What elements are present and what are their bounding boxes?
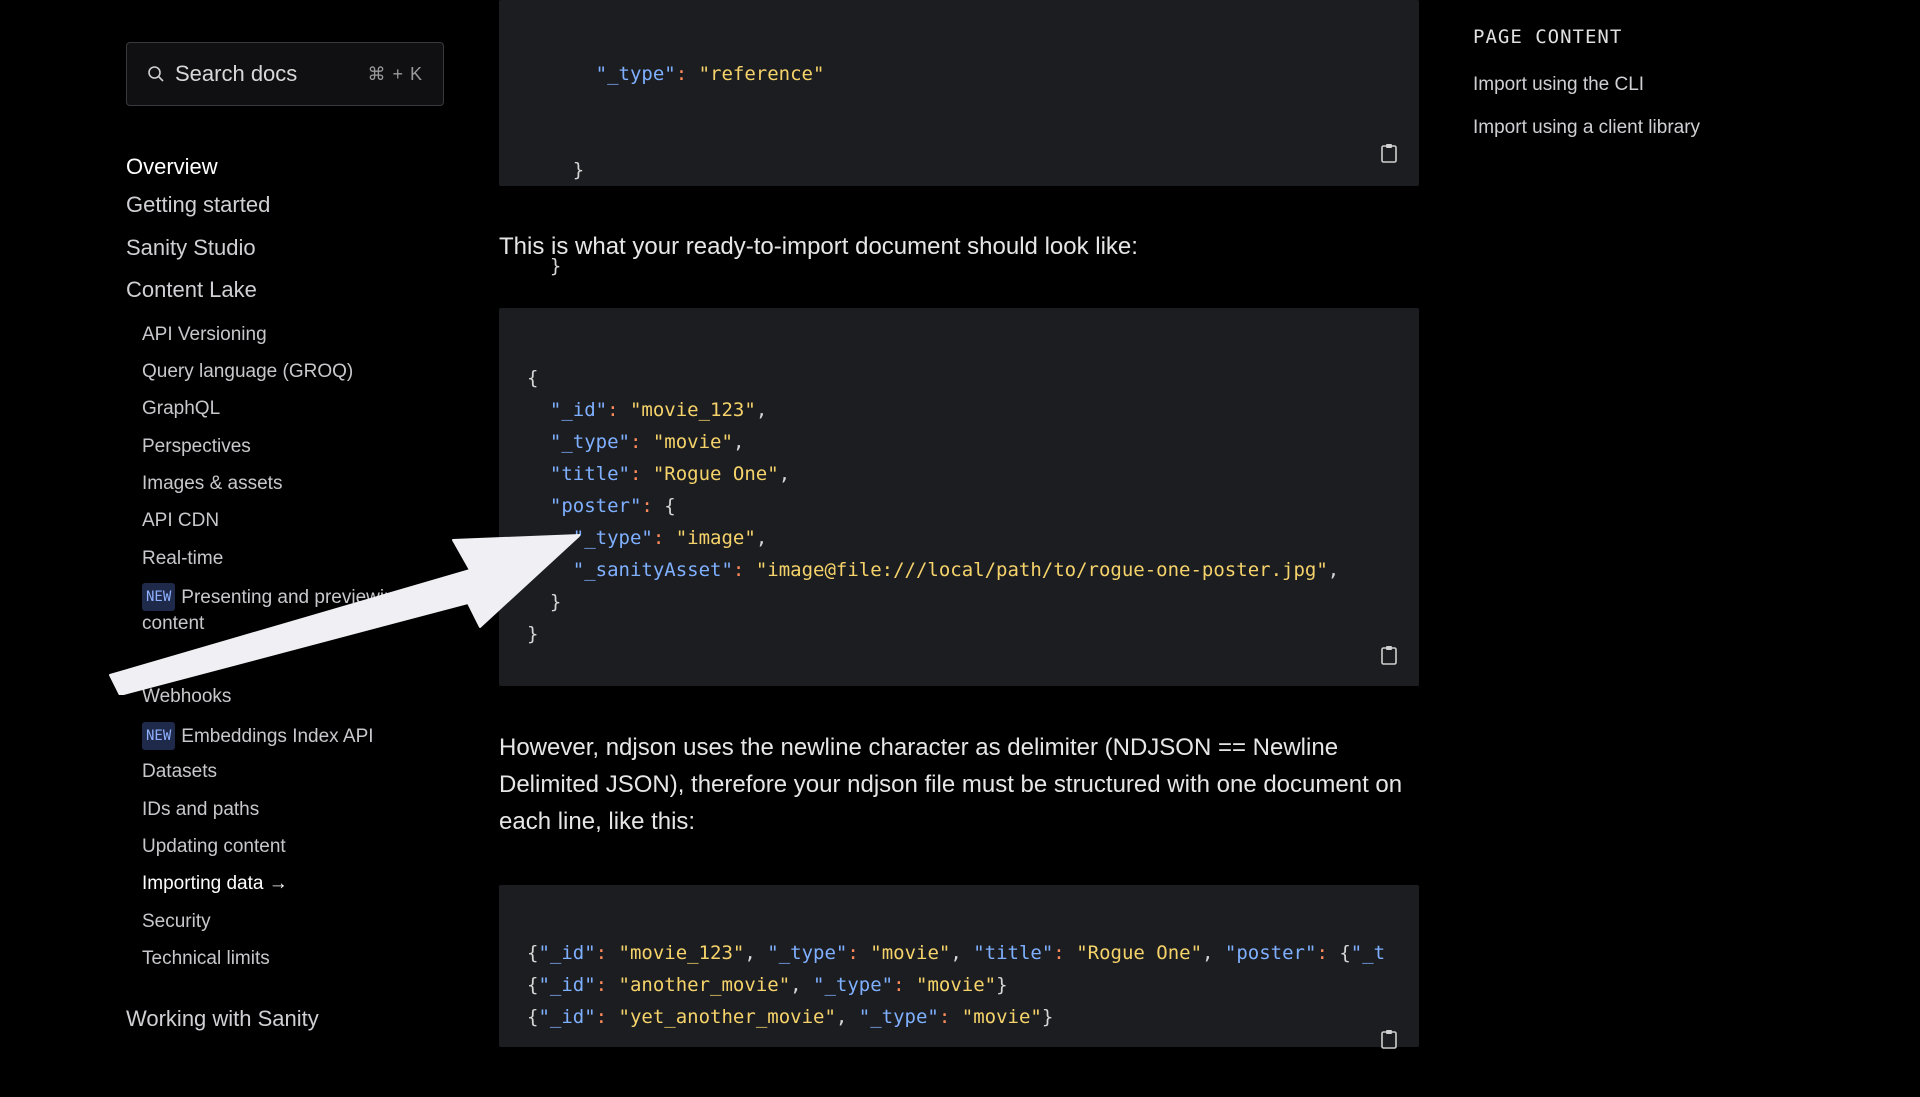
code-line: {"_id": "yet_another_movie", "_type": "m… bbox=[527, 1006, 1054, 1028]
nav-sub-item[interactable]: GraphQL bbox=[142, 396, 442, 422]
toc-title: PAGE CONTENT bbox=[1473, 26, 1623, 48]
code-line: "_type": "image", bbox=[572, 527, 768, 549]
code-line: "_sanityAsset": "image@file:///local/pat… bbox=[572, 559, 1340, 581]
nav-sub-item[interactable]: Perspectives bbox=[142, 434, 442, 460]
search-box[interactable]: Search docs ⌘ + K bbox=[126, 42, 444, 106]
nav-sub-item[interactable]: API Versioning bbox=[142, 322, 442, 348]
nav-sub-item-label: Embeddings Index API bbox=[181, 726, 374, 747]
code-line: } bbox=[527, 591, 562, 613]
code-line: } bbox=[527, 159, 585, 181]
code-line: { bbox=[527, 367, 539, 389]
search-placeholder: Search docs bbox=[175, 61, 298, 86]
nav-item-content-lake[interactable]: Content Lake bbox=[126, 277, 257, 303]
nav-sub-item[interactable]: Updating content bbox=[142, 834, 442, 860]
code-content: {"_id": "movie_123", "_type": "movie", "… bbox=[499, 885, 1419, 1097]
code-block: { "_id": "movie_123", "_type": "movie", … bbox=[499, 308, 1419, 686]
code-line: "poster": { bbox=[549, 495, 676, 517]
code-line: "_id": "movie_123", bbox=[549, 399, 768, 421]
code-content: { "_id": "movie_123", "_type": "movie", … bbox=[499, 308, 1419, 714]
nav-sub-item-current[interactable]: Importing data → bbox=[142, 871, 442, 897]
code-line: "title": "Rogue One", bbox=[549, 463, 791, 485]
nav-sub-item[interactable]: IDs and paths bbox=[142, 797, 442, 823]
code-line: } bbox=[527, 623, 539, 645]
nav-item-overview[interactable]: Overview bbox=[126, 154, 218, 180]
nav-item-getting-started[interactable]: Getting started bbox=[126, 192, 270, 218]
new-badge: NEW bbox=[142, 722, 176, 750]
search-icon bbox=[148, 66, 164, 82]
code-line: {"_id": "movie_123", "_type": "movie", "… bbox=[527, 942, 1386, 964]
code-block: "_type": "reference" } } } bbox=[499, 0, 1419, 373]
search-shortcut: ⌘ + K bbox=[367, 63, 423, 84]
clipboard-icon[interactable] bbox=[1381, 645, 1397, 665]
nav-item-working-with-sanity[interactable]: Working with Sanity bbox=[126, 1006, 319, 1032]
paragraph: However, ndjson uses the newline charact… bbox=[499, 734, 1403, 835]
toc-item-import-cli[interactable]: Import using the CLI bbox=[1473, 74, 1644, 96]
code-line: {"_id": "another_movie", "_type": "movie… bbox=[527, 974, 1008, 996]
nav-sub-item[interactable]: Technical limits bbox=[142, 946, 442, 972]
clipboard-icon[interactable] bbox=[1381, 1029, 1397, 1049]
code-line: "_type": "movie", bbox=[549, 431, 745, 453]
nav-sub-item[interactable]: Datasets bbox=[142, 759, 442, 785]
paragraph: This is what your ready-to-import docume… bbox=[499, 233, 1138, 260]
code-line: "_type": "reference" bbox=[595, 63, 825, 85]
nav-sub-item[interactable]: Security bbox=[142, 909, 442, 935]
toc-item-import-client[interactable]: Import using a client library bbox=[1473, 117, 1700, 139]
annotation-arrow-icon bbox=[109, 534, 580, 695]
nav-sub-item[interactable]: Query language (GROQ) bbox=[142, 359, 442, 385]
nav-sub-item[interactable]: Images & assets bbox=[142, 471, 442, 497]
clipboard-icon[interactable] bbox=[1381, 143, 1397, 163]
nav-item-sanity-studio[interactable]: Sanity Studio bbox=[126, 235, 256, 261]
code-block: {"_id": "movie_123", "_type": "movie", "… bbox=[499, 885, 1419, 1049]
nav-sub-item-embeddings[interactable]: NEW Embeddings Index API bbox=[142, 722, 442, 750]
